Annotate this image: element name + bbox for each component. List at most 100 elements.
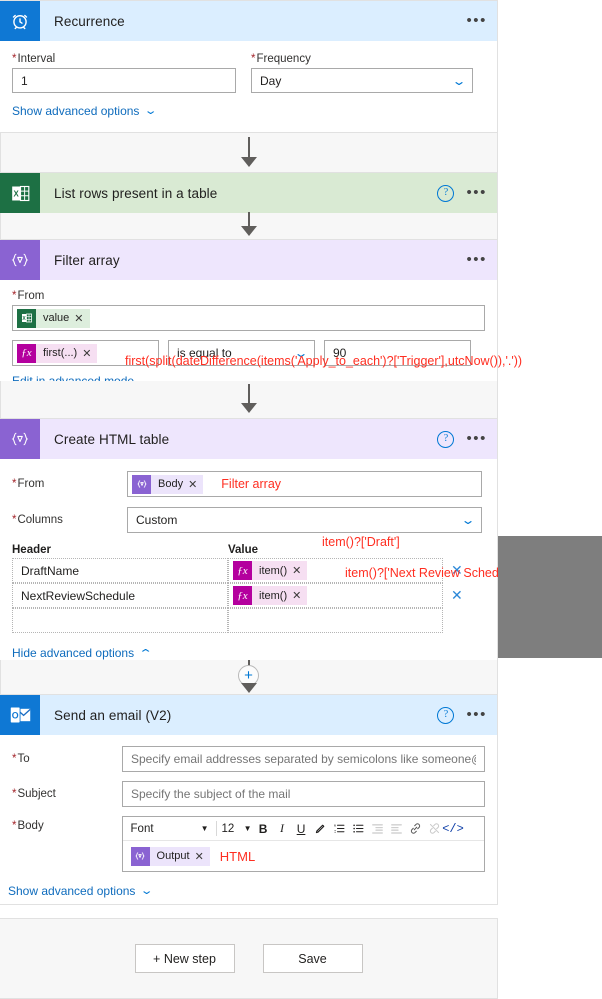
indent-icon[interactable] (387, 819, 406, 838)
frequency-select[interactable]: Day ⌄ (251, 68, 473, 93)
chevron-down-icon: ⌄ (144, 104, 158, 117)
chevron-down-icon: ▼ (243, 824, 252, 833)
font-size-value: 12 (221, 822, 235, 835)
connector-arrow-icon (241, 403, 257, 413)
help-icon[interactable]: ? (437, 184, 455, 202)
create-html-table-title: Create HTML table (54, 431, 170, 447)
remove-token-icon[interactable]: ✕ (82, 347, 91, 360)
create-html-table-header[interactable]: Create HTML table ? ••• (0, 419, 497, 459)
chevron-down-icon: ⌄ (460, 513, 476, 527)
bold-button[interactable]: B (254, 819, 273, 838)
table-row[interactable]: NextReviewSchedule ƒx item() ✕ ✕ (12, 583, 485, 608)
value-cell[interactable] (228, 608, 443, 633)
subject-input[interactable] (122, 781, 485, 807)
card-recurrence[interactable]: Recurrence ••• *Interval 1 *Frequency Da… (0, 0, 498, 133)
outlook-icon: O (0, 695, 40, 735)
connector-arrow-icon (241, 157, 257, 167)
delete-row-icon[interactable]: ✕ (451, 583, 463, 608)
body-rich-text-editor[interactable]: Font ▼ 12 ▼ B I U </> Output ✕ HTML (121, 816, 485, 872)
card-list-rows[interactable]: X List rows present in a table ? ••• (0, 172, 498, 213)
recurrence-more-button[interactable]: ••• (466, 13, 487, 28)
italic-button[interactable]: I (273, 819, 292, 838)
annotation-draft-expression: item()?['Draft'] (322, 535, 400, 549)
code-view-button[interactable]: </> (442, 819, 464, 838)
token-expression[interactable]: ƒx item() ✕ (233, 561, 308, 580)
token-label: item() (259, 564, 288, 577)
token-label: value (43, 312, 70, 324)
link-icon[interactable] (406, 819, 425, 838)
list-rows-more-button[interactable]: ••• (466, 185, 487, 200)
columns-label: *Columns (12, 514, 63, 526)
chevron-down-icon: ⌄ (451, 73, 467, 88)
remove-token-icon[interactable]: ✕ (292, 564, 301, 577)
pen-icon[interactable] (311, 819, 330, 838)
send-email-body: *To *Subject *Body Font ▼ (0, 735, 497, 898)
send-email-header[interactable]: O Send an email (V2) ? ••• (0, 695, 497, 735)
hide-advanced-options-link[interactable]: Hide advanced options (12, 646, 134, 660)
remove-token-icon[interactable]: ✕ (292, 589, 301, 602)
create-html-table-body: *From Body ✕ Filter array *Columns Custo… (0, 459, 497, 660)
token-body[interactable]: Body ✕ (132, 474, 204, 494)
font-size-select[interactable]: 12 ▼ (220, 823, 254, 835)
annotation-review-expression: item()?['Next Review Schedule'] (345, 566, 522, 580)
token-label: item() (259, 589, 288, 602)
token-value[interactable]: X value ✕ (17, 308, 90, 328)
send-email-more-button[interactable]: ••• (466, 707, 487, 722)
excel-icon: X (0, 173, 40, 213)
frequency-label: *Frequency (251, 53, 311, 65)
columns-select[interactable]: Custom ⌄ (127, 507, 482, 533)
recurrence-advanced-options-link[interactable]: Show advanced options (12, 104, 139, 118)
card-send-email[interactable]: O Send an email (V2) ? ••• *To *Subject … (0, 694, 498, 905)
bulleted-list-icon[interactable] (349, 819, 368, 838)
value-cell[interactable]: ƒx item() ✕ (228, 583, 443, 608)
from-label: *From (12, 290, 45, 302)
create-html-table-more-button[interactable]: ••• (466, 431, 487, 446)
token-output[interactable]: Output ✕ (130, 846, 210, 866)
card-create-html-table[interactable]: Create HTML table ? ••• *From Body ✕ Fil… (0, 418, 498, 660)
send-email-advanced-options-link[interactable]: Show advanced options (8, 884, 135, 898)
help-icon[interactable]: ? (437, 430, 455, 448)
filter-array-header[interactable]: Filter array ••• (0, 240, 497, 280)
font-family-select[interactable]: Font ▼ (127, 823, 213, 835)
help-icon[interactable]: ? (437, 706, 455, 724)
interval-input[interactable]: 1 (12, 68, 236, 93)
annotation-body-html: HTML (219, 848, 256, 864)
save-button[interactable]: Save (262, 944, 363, 973)
remove-token-icon[interactable]: ✕ (195, 850, 204, 863)
chevron-up-icon: ⌃ (138, 647, 154, 660)
underline-button[interactable]: U (292, 819, 311, 838)
token-expression[interactable]: ƒx item() ✕ (233, 586, 308, 605)
recurrence-body: *Interval 1 *Frequency Day ⌄ Show advanc… (0, 41, 497, 130)
svg-text:X: X (13, 189, 19, 198)
table-row[interactable] (12, 608, 485, 633)
chevron-down-icon: ⌄ (140, 884, 154, 897)
header-cell[interactable]: DraftName (12, 558, 228, 583)
remove-token-icon[interactable]: ✕ (188, 478, 197, 491)
recurrence-header[interactable]: Recurrence ••• (0, 1, 497, 41)
token-expression[interactable]: ƒx first(...) ✕ (17, 343, 98, 363)
header-cell[interactable]: NextReviewSchedule (12, 583, 228, 608)
list-rows-header[interactable]: X List rows present in a table ? ••• (0, 173, 497, 213)
excel-icon: X (17, 308, 36, 328)
function-icon: ƒx (233, 561, 252, 580)
function-icon: ƒx (233, 586, 252, 605)
to-input[interactable] (122, 746, 485, 772)
chevron-down-icon: ▼ (200, 824, 209, 833)
annotation-from-source: Filter array (221, 477, 282, 491)
recurrence-title: Recurrence (54, 13, 125, 29)
filter-array-title: Filter array (54, 252, 120, 268)
remove-token-icon[interactable]: ✕ (74, 312, 83, 325)
filter-array-more-button[interactable]: ••• (466, 252, 487, 267)
new-step-button[interactable]: + New step (134, 944, 235, 973)
to-label: *To (12, 753, 30, 765)
numbered-list-icon[interactable] (330, 819, 349, 838)
from-input[interactable]: X value ✕ (12, 305, 485, 331)
body-content-area[interactable]: Output ✕ HTML (123, 841, 484, 871)
from-input[interactable]: Body ✕ Filter array (127, 471, 482, 497)
connector-arrow-icon (241, 226, 257, 236)
header-cell[interactable] (12, 608, 228, 633)
outdent-icon[interactable] (368, 819, 387, 838)
font-family-value: Font (130, 822, 154, 835)
rich-text-toolbar[interactable]: Font ▼ 12 ▼ B I U </> (122, 817, 484, 841)
unlink-icon[interactable] (425, 819, 444, 838)
